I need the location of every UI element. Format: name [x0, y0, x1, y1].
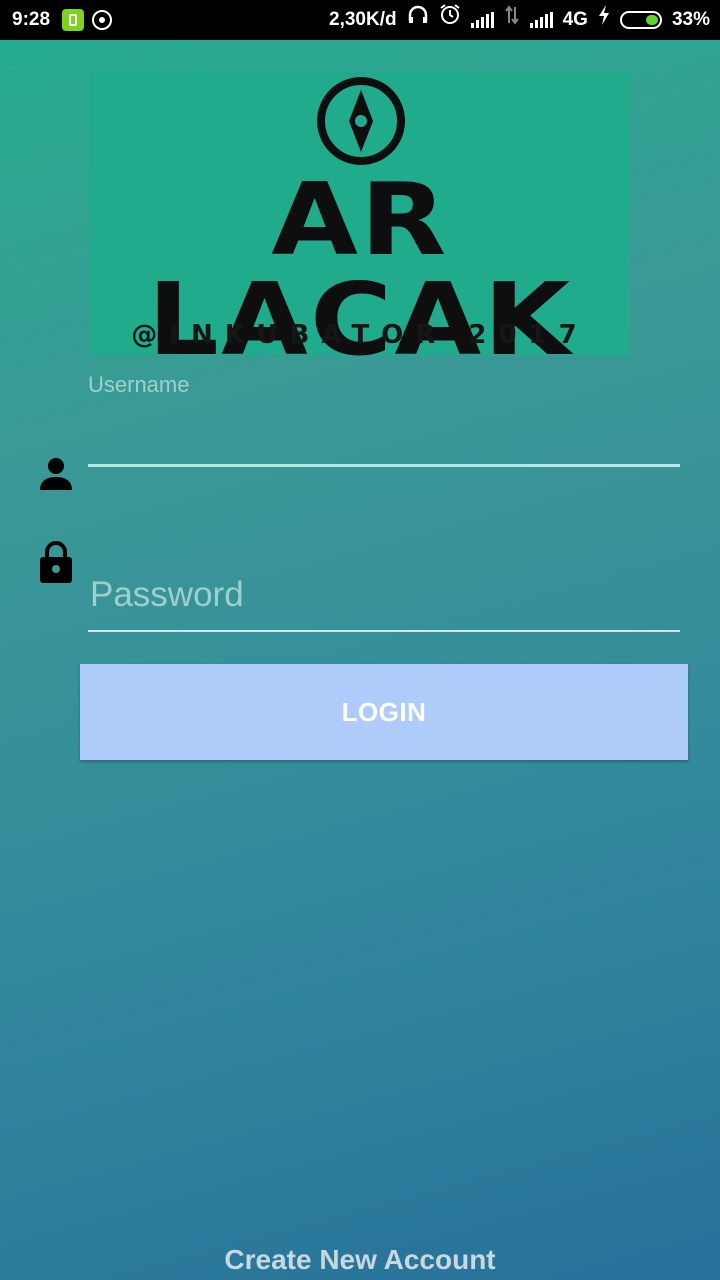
network-type: 4G	[562, 9, 588, 30]
charging-icon	[598, 0, 610, 40]
user-icon	[40, 458, 72, 490]
headset-icon	[407, 0, 429, 40]
battery-percent: 33%	[671, 9, 710, 30]
login-button[interactable]: LOGIN	[80, 664, 688, 760]
phone-notification-icon	[62, 9, 84, 31]
password-input[interactable]	[88, 566, 684, 624]
whatsapp-icon	[92, 10, 112, 30]
compass-icon	[317, 77, 405, 165]
network-speed: 2,30K/d	[329, 9, 397, 30]
data-arrows-icon	[504, 0, 520, 40]
app-logo: AR LACAK @INKUBATOR 2017	[90, 72, 630, 370]
notification-icons	[62, 0, 112, 40]
lock-icon	[40, 541, 72, 583]
status-time: 9:28	[12, 9, 51, 30]
create-account-link[interactable]: Create New Account	[0, 1244, 720, 1276]
alarm-icon	[439, 0, 461, 40]
username-input[interactable]	[88, 412, 684, 462]
username-label: Username	[88, 372, 190, 397]
username-underline	[88, 464, 680, 467]
login-screen: 9:28 2,30K/d 4G 33% AR LACAK @INKUBATOR …	[0, 0, 720, 1280]
logo-subtitle: @INKUBATOR 2017	[131, 320, 589, 350]
signal-icon	[470, 12, 494, 28]
status-right: 2,30K/d 4G 33%	[329, 0, 710, 40]
status-bar: 9:28 2,30K/d 4G 33%	[0, 0, 720, 40]
battery-icon	[619, 11, 662, 29]
password-underline	[88, 630, 680, 632]
signal-icon	[529, 12, 553, 28]
